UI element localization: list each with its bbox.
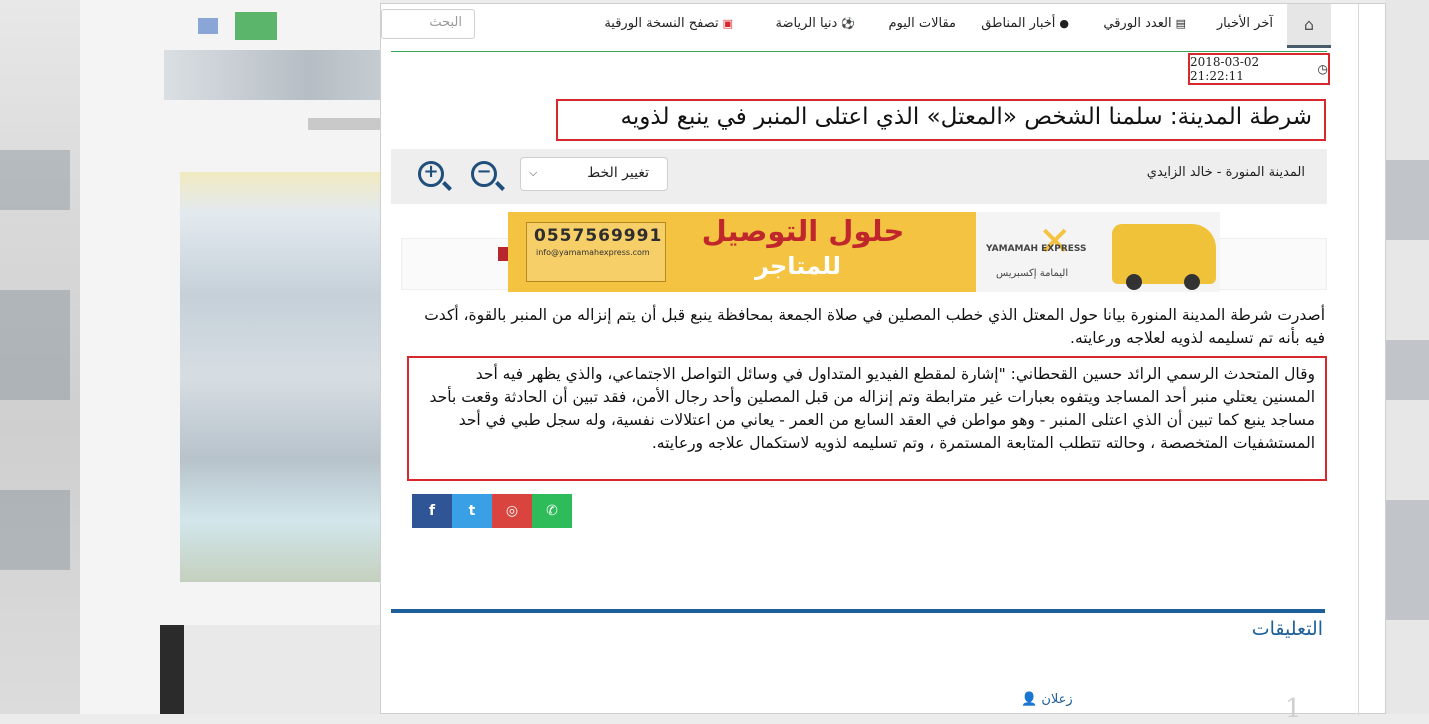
article-author: المدينة المنورة - خالد الزايدي xyxy=(1146,165,1305,180)
facebook-share-button[interactable]: f xyxy=(412,494,452,528)
zoom-out-icon[interactable]: − xyxy=(471,161,497,187)
nav-regions-news[interactable]: ●أخبار المناطق xyxy=(981,16,1069,31)
top-nav: ⌂ آخر الأخبار ▤العدد الورقي ●أخبار المنا… xyxy=(381,4,1331,48)
zoom-in-icon[interactable]: + xyxy=(418,161,444,187)
article-title: شرطة المدينة: سلمنا الشخص «المعتل» الذي … xyxy=(556,99,1326,141)
whatsapp-share-button[interactable]: ✆ xyxy=(532,494,572,528)
facebook-icon: f xyxy=(428,503,436,519)
home-button[interactable]: ⌂ xyxy=(1287,4,1331,48)
share-bar: f t ◎ ✆ xyxy=(412,494,572,528)
ad-logo-icon: ✕ xyxy=(1038,219,1072,265)
article-quote-paragraph: وقال المتحدث الرسمي الرائد حسين القحطاني… xyxy=(407,356,1327,481)
nav-divider xyxy=(391,51,1327,52)
instagram-icon: ◎ xyxy=(505,503,519,519)
comments-title: التعليقات xyxy=(1251,618,1323,640)
nav-latest-news[interactable]: آخر الأخبار xyxy=(1217,16,1273,31)
ad-phone: 0557569991 xyxy=(534,226,663,246)
user-icon: 👤 xyxy=(1021,692,1038,707)
ad-banner[interactable]: 0557569991 info@yamamahexpress.com حلول … xyxy=(508,212,1220,292)
background-right-panel xyxy=(1385,0,1429,714)
nav-today-articles[interactable]: مقالات اليوم xyxy=(888,16,956,31)
soccer-ball-icon: ⚽ xyxy=(841,17,855,30)
commenter-name[interactable]: زعلان 👤 xyxy=(1021,692,1073,707)
ad-brand-ar: اليمامة إكسبريس xyxy=(996,268,1069,279)
van-image xyxy=(1112,224,1216,290)
background-left-panel xyxy=(0,0,80,714)
ad-subline: للمتاجر xyxy=(755,252,841,280)
newspaper-icon: ▤ xyxy=(1175,17,1186,30)
twitter-icon: t xyxy=(468,503,476,519)
whatsapp-icon: ✆ xyxy=(546,503,558,519)
article-paragraph: أصدرت شرطة المدينة المنورة بيانا حول الم… xyxy=(424,306,1325,347)
comments-divider xyxy=(391,609,1325,613)
chevron-down-icon: ⌵ xyxy=(529,166,538,179)
article-toolbar: المدينة المنورة - خالد الزايدي تغيير الخ… xyxy=(391,149,1327,204)
home-icon: ⌂ xyxy=(1303,15,1315,34)
background-sidebar-page xyxy=(80,0,460,714)
nav-browse-print[interactable]: ▣تصفح النسخة الورقية xyxy=(604,16,733,31)
font-select[interactable]: تغيير الخط ⌵ xyxy=(520,157,668,191)
clock-icon: ◷ xyxy=(1317,62,1328,76)
twitter-share-button[interactable]: t xyxy=(452,494,492,528)
nav-print-issue[interactable]: ▤العدد الورقي xyxy=(1103,16,1186,31)
ad-headline: حلول التوصيل xyxy=(701,214,905,248)
nav-sports[interactable]: ⚽دنيا الرياضة xyxy=(776,16,855,31)
pdf-icon: ▣ xyxy=(722,17,733,30)
ad-email: info@yamamahexpress.com xyxy=(536,248,650,257)
map-marker-icon: ● xyxy=(1059,17,1069,30)
ad-brand-en: YAMAMAH EXPRESS xyxy=(986,244,1087,254)
instagram-share-button[interactable]: ◎ xyxy=(492,494,532,528)
article-datetime: 2018-03-02 21:22:11 ◷ xyxy=(1188,53,1330,85)
article-modal: ⌂ آخر الأخبار ▤العدد الورقي ●أخبار المنا… xyxy=(380,3,1386,724)
comment-number: 1 xyxy=(1285,694,1302,724)
search-input[interactable]: البحث xyxy=(381,9,475,39)
